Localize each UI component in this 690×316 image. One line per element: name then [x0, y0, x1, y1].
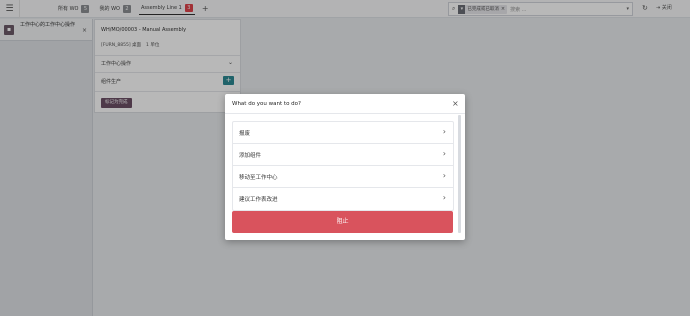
- dialog-title: What do you want to do?: [232, 101, 301, 107]
- option-label: 建议工作表改进: [239, 197, 278, 203]
- option-label: 移动至工作中心: [239, 175, 278, 181]
- chevron-right-icon: ›: [442, 171, 446, 180]
- action-dialog: What do you want to do? × 报废 › 添加组件 › 移动…: [225, 94, 465, 240]
- option-label: 报废: [239, 131, 251, 137]
- block-button[interactable]: 阻止: [232, 211, 453, 233]
- chevron-right-icon: ›: [442, 127, 446, 136]
- option-move-to-workcenter[interactable]: 移动至工作中心 ›: [233, 166, 453, 188]
- close-icon[interactable]: ×: [452, 99, 459, 108]
- divider: [225, 113, 465, 114]
- option-label: 添加组件: [239, 153, 262, 159]
- chevron-right-icon: ›: [442, 193, 446, 202]
- option-suggest-worksheet-improvement[interactable]: 建议工作表改进 ›: [233, 188, 453, 210]
- options-list: 报废 › 添加组件 › 移动至工作中心 › 建议工作表改进 ›: [232, 121, 454, 211]
- scrollbar[interactable]: [458, 115, 461, 233]
- option-scrap[interactable]: 报废 ›: [233, 122, 453, 144]
- option-add-component[interactable]: 添加组件 ›: [233, 144, 453, 166]
- chevron-right-icon: ›: [442, 149, 446, 158]
